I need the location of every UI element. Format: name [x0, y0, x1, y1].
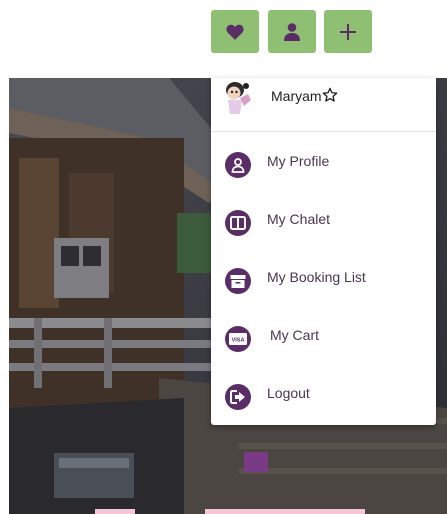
user-header[interactable]: Maryam	[211, 78, 436, 132]
user-dropdown-menu: Maryam My Profile My Chalet My Booking L…	[211, 78, 436, 425]
svg-text:VISA: VISA	[232, 338, 245, 344]
chalet-icon	[225, 210, 251, 236]
favorites-button[interactable]	[211, 10, 259, 53]
user-circle-icon	[225, 152, 251, 178]
menu-item-label: My Cart	[270, 327, 319, 343]
menu-item-my-chalet[interactable]: My Chalet	[211, 202, 436, 248]
star-outline-icon	[322, 87, 338, 102]
avatar	[226, 82, 251, 114]
visa-card-icon: VISA	[225, 326, 251, 352]
plus-icon	[340, 23, 356, 40]
account-button[interactable]	[268, 10, 316, 53]
archive-box-icon	[225, 268, 251, 294]
menu-item-label: My Booking List	[267, 269, 366, 285]
user-icon	[284, 22, 300, 41]
menu-item-label: My Chalet	[267, 211, 331, 227]
heart-icon	[226, 24, 244, 40]
menu-item-my-booking-list[interactable]: My Booking List	[211, 260, 436, 306]
menu-item-label: My Profile	[267, 153, 330, 169]
add-button[interactable]	[324, 10, 372, 53]
menu-item-label: Logout	[267, 385, 310, 401]
logout-icon	[225, 384, 251, 410]
menu-item-logout[interactable]: Logout	[211, 376, 436, 422]
bottom-strip-right	[205, 509, 365, 514]
menu-item-my-cart[interactable]: VISA My Cart	[211, 318, 436, 364]
menu-item-my-profile[interactable]: My Profile	[211, 144, 436, 190]
user-name: Maryam	[271, 88, 322, 104]
bottom-strip-left	[95, 509, 135, 514]
